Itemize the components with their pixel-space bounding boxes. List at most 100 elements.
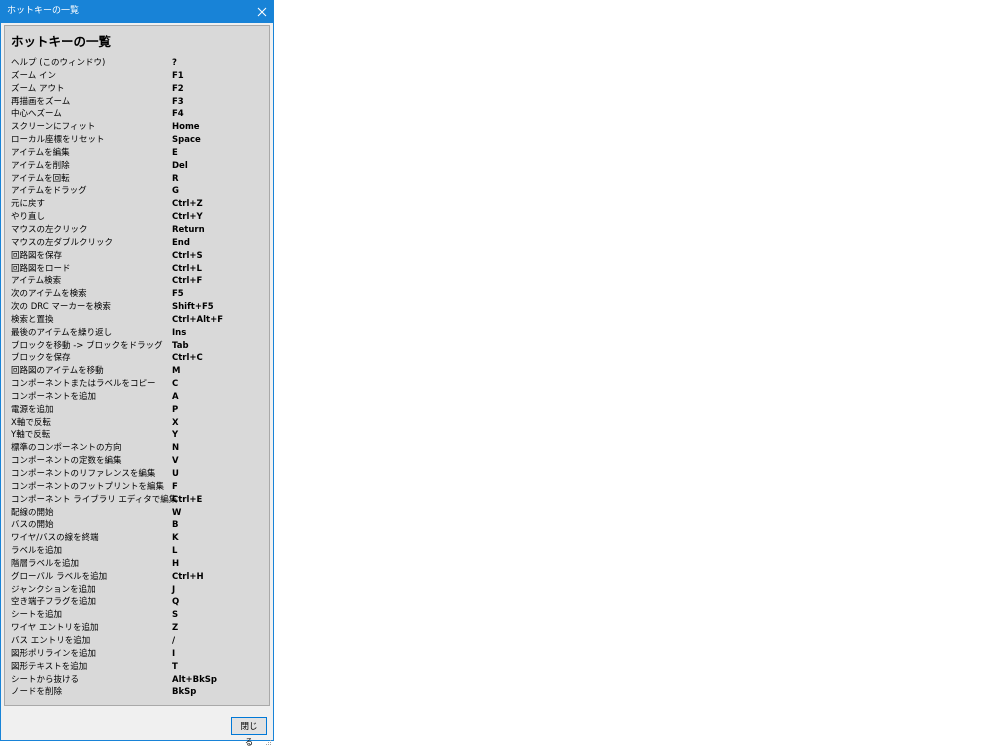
hotkey-row: コンポーネントまたはラベルをコピー C	[5, 378, 269, 391]
hotkey-row: バス エントリを追加 /	[5, 635, 269, 648]
close-button[interactable]: 閉じる	[231, 717, 267, 748]
hotkey-key: H	[172, 558, 180, 569]
hotkey-action: 回路図のアイテムを移動	[11, 366, 104, 377]
hotkey-action: アイテムを削除	[11, 160, 70, 171]
hotkey-key: /	[172, 635, 176, 646]
hotkey-action: 最後のアイテムを繰り返し	[11, 327, 113, 338]
hotkey-key: F2	[172, 83, 184, 94]
close-icon[interactable]	[251, 1, 273, 23]
hotkey-key: B	[172, 520, 179, 531]
hotkey-key: ?	[172, 58, 177, 68]
hotkey-action: Y軸で反転	[11, 430, 51, 441]
hotkey-action: X軸で反転	[11, 417, 51, 428]
hotkey-action: ラベルを追加	[11, 546, 63, 557]
hotkey-action: コンポーネントを追加	[11, 391, 97, 402]
hotkey-key: G	[172, 186, 179, 197]
hotkey-row: ローカル座標をリセット Space	[5, 134, 269, 147]
hotkey-row: マウスの左クリック Return	[5, 224, 269, 237]
hotkey-row: シートから抜ける Alt+BkSp	[5, 674, 269, 687]
hotkey-key: Ctrl+Alt+F	[172, 314, 224, 325]
hotkey-row: ワイヤ エントリを追加 Z	[5, 622, 269, 635]
hotkey-action: バス エントリを追加	[11, 635, 91, 646]
hotkey-row: 回路図をロード Ctrl+L	[5, 263, 269, 276]
hotkey-action: 図形ポリラインを追加	[11, 648, 97, 659]
hotkey-key: N	[172, 443, 180, 454]
hotkey-row: ヘルプ (このウィンドウ)?	[5, 57, 269, 70]
hotkey-row: コンポーネントのフットプリントを編集 F	[5, 481, 269, 494]
hotkey-key: Space	[172, 135, 201, 146]
hotkey-key: Shift+F5	[172, 302, 214, 313]
title-bar[interactable]: ホットキーの一覧	[1, 1, 273, 23]
hotkey-action: 配線の開始	[11, 507, 54, 518]
hotkey-key: S	[172, 610, 179, 621]
hotkey-action: マウスの左ダブルクリック	[11, 237, 114, 248]
hotkey-row: やり直し Ctrl+Y	[5, 211, 269, 224]
hotkey-key: Ctrl+Y	[172, 212, 203, 223]
hotkey-action: ワイヤ エントリを追加	[11, 623, 99, 634]
hotkey-row: 図形ポリラインを追加 I	[5, 648, 269, 661]
hotkey-action: 電源を追加	[11, 404, 54, 415]
hotkey-row: コンポーネントを追加 A	[5, 391, 269, 404]
hotkey-key: BkSp	[172, 687, 197, 698]
hotkey-row: グローバル ラベルを追加 Ctrl+H	[5, 571, 269, 584]
hotkey-key: A	[172, 391, 179, 402]
hotkey-action: マウスの左クリック	[11, 224, 88, 235]
hotkey-key: Ctrl+C	[172, 353, 203, 364]
hotkey-row: ノードを削除 BkSp	[5, 686, 269, 699]
hotkey-row: X軸で反転 X	[5, 417, 269, 430]
hotkey-action: グローバル ラベルを追加	[11, 571, 108, 582]
hotkey-action: 元に戻す	[11, 199, 46, 210]
hotkey-key: M	[172, 366, 181, 377]
hotkey-key: C	[172, 379, 179, 390]
hotkey-key: Return	[172, 224, 205, 235]
hotkey-key: K	[172, 533, 179, 544]
resize-grip-icon[interactable]	[264, 731, 272, 745]
hotkey-action: アイテム検索	[11, 276, 62, 287]
hotkey-action: アイテムを回転	[11, 173, 70, 184]
hotkey-row: Y軸で反転 Y	[5, 429, 269, 442]
hotkey-action: コンポーネントのフットプリントを編集	[11, 481, 165, 492]
hotkey-list: ヘルプ (このウィンドウ)? ズーム イン F1 ズーム アウト F2 再描画をズーム F3…	[5, 57, 269, 699]
hotkey-key: Del	[172, 160, 188, 171]
hotkey-key: Ins	[172, 327, 187, 338]
hotkey-row: ジャンクションを追加 J	[5, 584, 269, 597]
hotkey-key: F1	[172, 70, 184, 81]
hotkey-row: ワイヤ/バスの線を終端 K	[5, 532, 269, 545]
hotkey-key: F5	[172, 289, 184, 300]
hotkey-row: コンポーネントのリファレンスを編集 U	[5, 468, 269, 481]
hotkey-action: 再描画をズーム	[11, 96, 71, 107]
hotkey-action: ズーム イン	[11, 70, 56, 81]
hotkey-action: 次のアイテムを検索	[11, 289, 87, 300]
hotkey-action: コンポーネントの定数を編集	[11, 456, 122, 467]
hotkey-action: 回路図を保存	[11, 250, 63, 261]
hotkey-action: アイテムを編集	[11, 147, 70, 158]
hotkey-row: ズーム イン F1	[5, 70, 269, 83]
hotkey-key: F	[172, 481, 178, 492]
hotkey-row: アイテムを回転 R	[5, 173, 269, 186]
hotkey-row: マウスの左ダブルクリック End	[5, 237, 269, 250]
hotkey-key: Ctrl+H	[172, 571, 204, 582]
hotkey-key: Z	[172, 623, 179, 634]
hotkey-row: コンポーネントの定数を編集 V	[5, 455, 269, 468]
window-title: ホットキーの一覧	[7, 6, 80, 16]
hotkey-key: T	[172, 661, 178, 672]
hotkey-action: やり直し	[11, 212, 46, 223]
hotkey-key: X	[172, 417, 179, 428]
hotkey-key: Ctrl+F	[172, 276, 203, 287]
hotkey-row: スクリーンにフィット Home	[5, 121, 269, 134]
hotkey-key: Ctrl+Z	[172, 199, 203, 210]
hotkey-action: コンポーネントまたはラベルをコピー	[11, 379, 156, 390]
hotkey-key: Tab	[172, 340, 189, 351]
hotkey-key: Q	[172, 597, 180, 608]
hotkey-action: ブロックを移動 -> ブロックをドラッグ	[11, 340, 163, 351]
hotkey-row: 標準のコンポーネントの方向 N	[5, 442, 269, 455]
hotkey-action: 次の DRC マーカーを検索	[11, 302, 111, 313]
hotkey-row: アイテムを編集 E	[5, 147, 269, 160]
hotkey-row: ブロックを保存 Ctrl+C	[5, 352, 269, 365]
hotkey-action: 回路図をロード	[11, 263, 71, 274]
hotkey-key: L	[172, 546, 178, 557]
hotkey-action: ローカル座標をリセット	[11, 135, 105, 146]
hotkey-key: End	[172, 237, 190, 248]
hotkey-row: 図形テキストを追加 T	[5, 661, 269, 674]
hotkey-row: ラベルを追加 L	[5, 545, 269, 558]
